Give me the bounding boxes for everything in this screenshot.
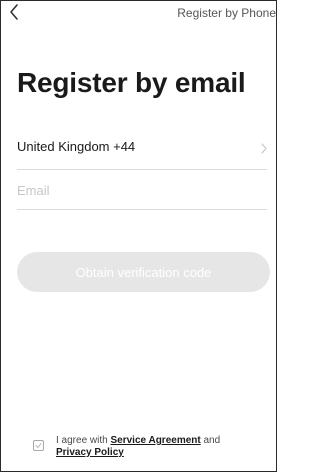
country-value: United Kingdom +44 [17, 139, 136, 154]
privacy-policy-link[interactable]: Privacy Policy [56, 447, 124, 458]
top-bar: Register by Phone [1, 1, 276, 27]
chevron-left-icon [10, 4, 18, 20]
agreement-text: I agree with Service Agreement and Privac… [56, 435, 266, 459]
page-title: Register by email [17, 67, 246, 98]
obtain-verification-code-button[interactable]: Obtain verification code [17, 252, 270, 292]
service-agreement-link[interactable]: Service Agreement [110, 435, 200, 446]
back-button[interactable] [9, 3, 25, 23]
chevron-right-icon [261, 141, 267, 159]
register-email-screen: Register by Phone Register by email Unit… [0, 0, 277, 472]
agreement: I agree with Service Agreement and Privac… [33, 435, 263, 469]
agreement-prefix: I agree with [56, 435, 108, 446]
country-selector[interactable]: United Kingdom +44 [17, 129, 267, 170]
email-field[interactable] [17, 171, 267, 210]
check-icon [35, 443, 42, 448]
register-by-phone-link[interactable]: Register by Phone [177, 6, 276, 20]
agreement-conjunction: and [203, 435, 221, 446]
agree-checkbox[interactable] [33, 440, 44, 451]
